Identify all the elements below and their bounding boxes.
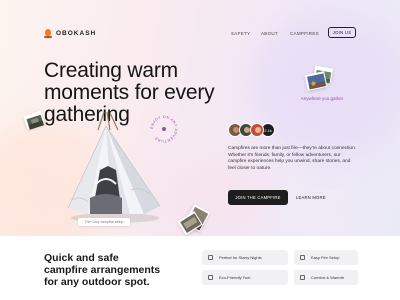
feature-eco-friendly-fuel[interactable]: Eco-Friendly Fuel: [202, 270, 288, 285]
hero-description: Campfires are more than just fire—they'r…: [228, 146, 357, 171]
fire-icon: [300, 255, 305, 260]
feature-label: Comfort & Warmth: [311, 275, 344, 280]
avatar-group: 2.1k: [228, 123, 275, 137]
tent-caption: The Cozy campfire setup: [78, 218, 130, 226]
feature-label: Easy Fire Setup: [311, 255, 340, 260]
learn-more-link[interactable]: LEARN MORE: [296, 195, 326, 200]
feature-label: Perfect for Starry Nights: [219, 255, 262, 260]
flame-logo-icon: [44, 29, 52, 38]
leaf-icon: [208, 275, 213, 280]
top-navigation: OBOKASH SAFETY ABOUT CAMPFIRES JOIN US: [0, 0, 400, 42]
avatar: [250, 123, 264, 137]
join-us-button[interactable]: JOIN US: [328, 27, 356, 38]
photo-card-top-right: [304, 71, 328, 91]
feature-label: Eco-Friendly Fuel: [219, 275, 251, 280]
feature-comfort-warmth[interactable]: Comfort & Warmth: [294, 270, 358, 285]
feature-easy-fire-setup[interactable]: Easy Fire Setup: [294, 250, 358, 265]
blanket-icon: [300, 275, 305, 280]
nav-link-campfires[interactable]: CAMPFIRES: [290, 31, 319, 36]
moon-icon: [208, 255, 213, 260]
nav-link-safety[interactable]: SAFETY: [231, 31, 250, 36]
join-campfire-button[interactable]: JOIN THE CAMPFIRE: [228, 190, 288, 205]
anywhere-caption: Anywhere you gather: [300, 96, 344, 101]
feature-starry-nights[interactable]: Perfect for Starry Nights: [202, 250, 288, 265]
brand-logo[interactable]: OBOKASH: [44, 29, 96, 38]
brand-name: OBOKASH: [56, 30, 97, 37]
campfire-photo-icon: [25, 114, 44, 130]
rotating-text-badge: ENJOY ON ANY ADVENTURE: [147, 112, 181, 146]
nav-link-about[interactable]: ABOUT: [261, 31, 278, 36]
section-headline: Quick and safe campfire arrangements for…: [44, 252, 161, 288]
